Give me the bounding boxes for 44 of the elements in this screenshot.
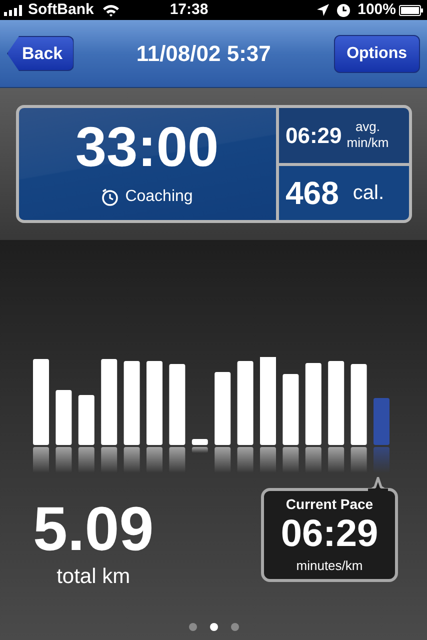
back-button[interactable]: Back [7,36,74,71]
bar-reflection [236,447,253,473]
avg-label: avg. [355,119,380,136]
pace-bar [78,395,94,445]
bar-reflection [260,447,276,473]
current-pace-label: Current Pace [286,495,374,514]
calories-unit: cal. [352,180,384,206]
bar-reflection [328,447,344,473]
bar-reflection [32,447,48,473]
distance-unit: total km [56,564,130,590]
location-arrow-icon [316,4,329,16]
pace-unit-label: min/km [346,135,389,152]
distance-value: 5.09 [33,499,154,561]
bar-reflection [78,447,94,473]
battery-icon [399,4,423,16]
bar-reflection [168,447,185,473]
nav-title: 11/08/02 5:37 [135,40,272,68]
calories-value: 468 [286,174,339,213]
stopwatch-icon [101,188,120,206]
bar-reflection [100,447,117,473]
options-button[interactable]: Options [334,34,420,72]
carrier-name: SoftBank [28,0,94,20]
bar-reflection [350,447,366,473]
pace-bar [191,439,208,445]
bar-reflection [373,447,389,473]
bar-reflection [55,447,72,473]
pace-bar [282,374,298,445]
bar-reflection [282,447,298,473]
duration-value: 33:00 [75,119,219,175]
clock-icon [336,4,350,16]
bar-reflection [191,447,208,453]
avg-pace-value: 06:29 [286,122,342,150]
coaching-label: Coaching [125,187,193,207]
bar-reflection [123,447,140,473]
bar-reflection [146,447,162,473]
battery-percent: 100% [358,0,396,20]
status-time: 17:38 [170,0,208,20]
bar-reflection [304,447,321,473]
bar-reflection [214,447,230,473]
wifi-icon [102,4,120,16]
current-pace-unit: minutes/km [296,557,363,576]
pace-bar [373,398,389,445]
pace-bar [55,390,72,445]
current-pace-value: 06:29 [280,515,378,554]
